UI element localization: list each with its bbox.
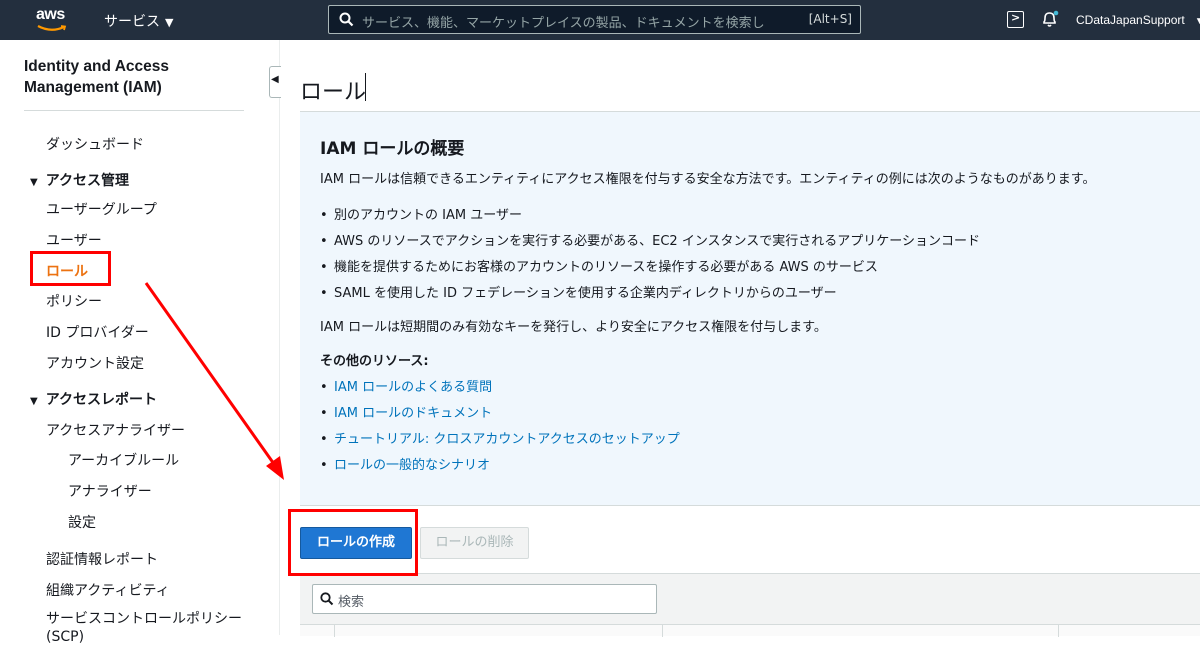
annotation-arrow xyxy=(144,282,284,480)
